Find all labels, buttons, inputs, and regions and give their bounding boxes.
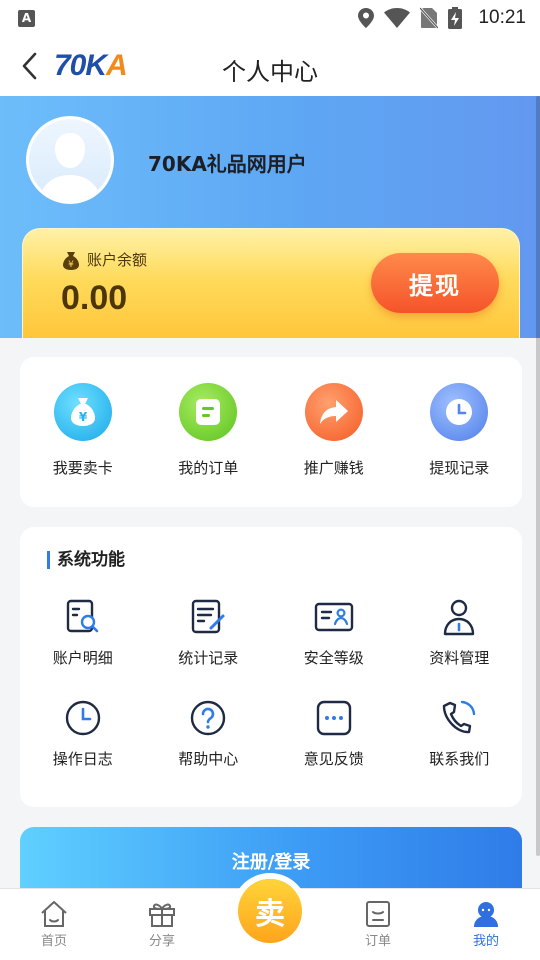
quick-action-label: 提现记录 bbox=[429, 459, 490, 477]
help-icon bbox=[188, 698, 228, 738]
location-icon bbox=[358, 8, 375, 28]
status-bar: A 10:21 bbox=[0, 0, 540, 36]
user-icon bbox=[439, 597, 479, 637]
system-functions-card: 系统功能 账户明细 统计记录 安全等级 资料管理 操作日志 帮助中心 意见反馈 … bbox=[20, 527, 522, 807]
sys-item-contact-us[interactable]: 联系我们 bbox=[397, 698, 523, 769]
balance-card: ¥ 账户余额 0.00 提现 bbox=[22, 228, 520, 338]
sys-item-statistics[interactable]: 统计记录 bbox=[146, 597, 272, 668]
sys-item-label: 联系我们 bbox=[429, 750, 490, 768]
tab-profile[interactable]: 我的 bbox=[432, 889, 540, 960]
no-sim-icon bbox=[420, 7, 439, 29]
sys-item-help-center[interactable]: 帮助中心 bbox=[146, 698, 272, 769]
sell-button[interactable]: 卖 bbox=[238, 879, 302, 943]
bottom-tab-bar: 首页 分享 卖 订单 我的 bbox=[0, 879, 540, 960]
home-icon bbox=[41, 901, 67, 927]
sys-item-label: 资料管理 bbox=[429, 649, 490, 667]
quick-action-promote[interactable]: 推广赚钱 bbox=[271, 357, 397, 507]
notification-icon: A bbox=[18, 9, 35, 27]
tab-orders[interactable]: 订单 bbox=[324, 889, 432, 960]
sys-item-label: 帮助中心 bbox=[178, 750, 239, 768]
profile-icon bbox=[474, 902, 498, 927]
sys-item-feedback[interactable]: 意见反馈 bbox=[271, 698, 397, 769]
share-arrow-icon bbox=[304, 383, 363, 441]
profile-header: 70KA礼品网用户 ¥ 账户余额 0.00 提现 bbox=[0, 96, 540, 338]
sys-item-label: 统计记录 bbox=[178, 649, 239, 667]
quick-action-label: 推广赚钱 bbox=[303, 459, 364, 477]
money-bag-icon: ¥ bbox=[63, 251, 79, 270]
system-functions-grid: 账户明细 统计记录 安全等级 资料管理 操作日志 帮助中心 意见反馈 联系我们 bbox=[20, 597, 522, 769]
tab-share[interactable]: 分享 bbox=[108, 889, 216, 960]
sys-item-security-level[interactable]: 安全等级 bbox=[271, 597, 397, 668]
clock-icon bbox=[430, 383, 489, 441]
logo-accent: A bbox=[106, 49, 128, 82]
id-card-icon bbox=[314, 597, 354, 637]
tab-home[interactable]: 首页 bbox=[0, 889, 108, 960]
sys-item-operation-log[interactable]: 操作日志 bbox=[20, 698, 146, 769]
document-icon bbox=[179, 383, 238, 441]
gift-icon bbox=[149, 903, 175, 927]
default-avatar-icon bbox=[29, 119, 111, 201]
sys-item-label: 安全等级 bbox=[303, 649, 364, 667]
section-title: 系统功能 bbox=[47, 551, 125, 569]
feedback-icon bbox=[314, 698, 354, 738]
tab-label: 分享 bbox=[148, 934, 175, 949]
sys-item-label: 操作日志 bbox=[52, 750, 113, 768]
app-logo: 70KA bbox=[54, 49, 128, 82]
logo-main: 70K bbox=[54, 49, 107, 82]
balance-label: 账户余额 bbox=[87, 251, 148, 269]
withdraw-button[interactable]: 提现 bbox=[371, 253, 499, 313]
wifi-icon bbox=[384, 8, 411, 28]
sys-item-label: 账户明细 bbox=[52, 649, 113, 667]
clock-time: 10:21 bbox=[478, 7, 526, 28]
quick-action-label: 我的订单 bbox=[178, 459, 239, 477]
clock-icon bbox=[63, 698, 103, 738]
sys-item-account-detail[interactable]: 账户明细 bbox=[20, 597, 146, 668]
money-bag-icon: ¥ bbox=[53, 383, 112, 441]
tab-sell[interactable]: 卖 bbox=[216, 879, 324, 960]
tab-label: 首页 bbox=[40, 934, 67, 949]
scrollbar[interactable] bbox=[536, 96, 540, 856]
quick-action-my-orders[interactable]: 我的订单 bbox=[146, 357, 272, 507]
balance-value: 0.00 bbox=[61, 279, 128, 317]
svg-text:¥: ¥ bbox=[68, 260, 74, 270]
phone-icon bbox=[439, 698, 479, 738]
sys-item-label: 意见反馈 bbox=[303, 750, 364, 768]
tab-label: 订单 bbox=[364, 934, 391, 949]
back-button[interactable] bbox=[14, 48, 44, 84]
navigation-bar: 70KA 个人中心 bbox=[0, 36, 540, 96]
avatar[interactable] bbox=[26, 116, 114, 204]
sys-item-profile-management[interactable]: 资料管理 bbox=[397, 597, 523, 668]
tab-label: 我的 bbox=[472, 934, 499, 949]
quick-actions-card: ¥ 我要卖卡 我的订单 推广赚钱 提现记录 bbox=[20, 357, 522, 507]
username: 70KA礼品网用户 bbox=[148, 152, 307, 176]
quick-action-sell-card[interactable]: ¥ 我要卖卡 bbox=[20, 357, 146, 507]
quick-action-withdraw-history[interactable]: 提现记录 bbox=[397, 357, 523, 507]
chevron-left-icon bbox=[22, 52, 37, 80]
battery-charging-icon bbox=[448, 7, 463, 29]
statistics-icon bbox=[188, 597, 228, 637]
account-detail-icon bbox=[63, 597, 103, 637]
quick-action-label: 我要卖卡 bbox=[52, 459, 113, 477]
status-icons: 10:21 bbox=[358, 7, 526, 29]
order-icon bbox=[366, 901, 390, 927]
balance-label-row: ¥ 账户余额 bbox=[61, 249, 147, 270]
svg-text:¥: ¥ bbox=[79, 410, 88, 424]
